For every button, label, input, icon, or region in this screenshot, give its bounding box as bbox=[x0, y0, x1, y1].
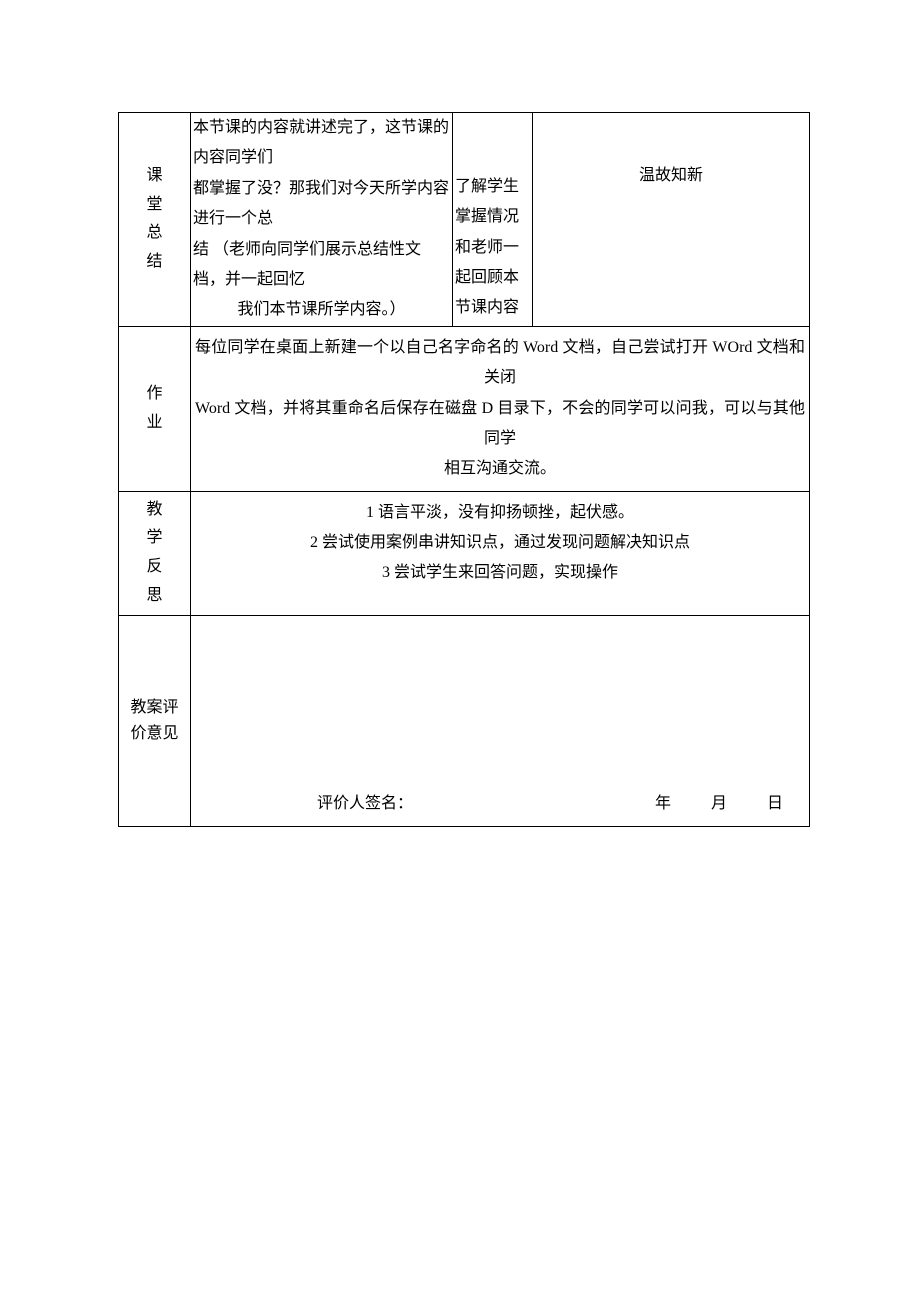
label-char: 业 bbox=[146, 409, 162, 438]
evaluation-signature-cell: 评价人签名： 年 月 日 bbox=[191, 785, 810, 826]
table-row: 教案评 价意见 bbox=[119, 615, 810, 785]
summary-student-text: 了解学生掌握情况和老师一起回顾本节课内容 bbox=[455, 172, 530, 324]
signature-date: 年 月 日 bbox=[637, 789, 801, 819]
homework-body-cell: 每位同学在桌面上新建一个以自己名字命名的 Word 文档，自己尝试打开 WOrd… bbox=[191, 326, 810, 491]
reflection-line: 3 尝试学生来回答问题，实现操作 bbox=[195, 558, 805, 588]
summary-student-cell: 了解学生掌握情况和老师一起回顾本节课内容 bbox=[453, 113, 533, 327]
homework-line: 每位同学在桌面上新建一个以自己名字命名的 Word 文档，自己尝试打开 WOrd… bbox=[195, 333, 805, 394]
page: 课 堂 总 结 本节课的内容就讲述完了，这节课的内容同学们 都掌握了没？那我们对… bbox=[0, 0, 920, 1301]
row-label-evaluation: 教案评 价意见 bbox=[119, 615, 191, 826]
summary-text-line: 我们本节课所学内容。） bbox=[193, 295, 450, 325]
date-month-label: 月 bbox=[711, 795, 727, 812]
row-label-homework: 作 业 bbox=[119, 326, 191, 491]
lesson-plan-table: 课 堂 总 结 本节课的内容就讲述完了，这节课的内容同学们 都掌握了没？那我们对… bbox=[118, 112, 810, 827]
table-row: 教 学 反 思 1 语言平淡，没有抑扬顿挫，起伏感。 2 尝试使用案例串讲知识点… bbox=[119, 491, 810, 615]
label-char: 总 bbox=[146, 219, 162, 248]
homework-line: 相互沟通交流。 bbox=[195, 454, 805, 484]
row-label-reflection: 教 学 反 思 bbox=[119, 491, 191, 615]
reflection-line: 1 语言平淡，没有抑扬顿挫，起伏感。 bbox=[195, 498, 805, 528]
date-year-label: 年 bbox=[655, 795, 671, 812]
table-row: 课 堂 总 结 本节课的内容就讲述完了，这节课的内容同学们 都掌握了没？那我们对… bbox=[119, 113, 810, 327]
label-char: 教 bbox=[146, 496, 162, 525]
row-label-summary: 课 堂 总 结 bbox=[119, 113, 191, 327]
date-day-label: 日 bbox=[767, 795, 783, 812]
reflection-line: 2 尝试使用案例串讲知识点，通过发现问题解决知识点 bbox=[195, 528, 805, 558]
label-char: 学 bbox=[146, 524, 162, 553]
summary-note-cell: 温故知新 bbox=[533, 113, 810, 327]
label-char: 思 bbox=[146, 582, 162, 611]
homework-line: Word 文档，并将其重命名后保存在磁盘 D 目录下，不会的同学可以问我，可以与… bbox=[195, 394, 805, 455]
reflection-body-cell: 1 语言平淡，没有抑扬顿挫，起伏感。 2 尝试使用案例串讲知识点，通过发现问题解… bbox=[191, 491, 810, 615]
label-vertical: 课 堂 总 结 bbox=[123, 162, 186, 277]
table-row: 作 业 每位同学在桌面上新建一个以自己名字命名的 Word 文档，自己尝试打开 … bbox=[119, 326, 810, 491]
evaluation-body-cell bbox=[191, 615, 810, 785]
summary-main-cell: 本节课的内容就讲述完了，这节课的内容同学们 都掌握了没？那我们对今天所学内容进行… bbox=[191, 113, 453, 327]
label-vertical: 作 业 bbox=[123, 380, 186, 438]
label-char: 结 bbox=[146, 248, 162, 277]
signature-label: 评价人签名： bbox=[317, 789, 413, 819]
summary-text-line: 本节课的内容就讲述完了，这节课的内容同学们 bbox=[193, 113, 450, 174]
label-line: 价意见 bbox=[130, 721, 178, 747]
label-char: 课 bbox=[146, 162, 162, 191]
summary-note-text: 温故知新 bbox=[639, 167, 703, 184]
label-vertical: 教 学 反 思 bbox=[123, 496, 186, 611]
table-row: 评价人签名： 年 月 日 bbox=[119, 785, 810, 826]
summary-text-line: 都掌握了没？那我们对今天所学内容进行一个总 bbox=[193, 174, 450, 235]
label-char: 作 bbox=[146, 380, 162, 409]
label-char: 堂 bbox=[146, 191, 162, 220]
label-vertical: 教案评 价意见 bbox=[123, 695, 186, 746]
label-line: 教案评 bbox=[130, 695, 178, 721]
signature-line: 评价人签名： 年 月 日 bbox=[195, 789, 805, 821]
summary-text-line: 结 （老师向同学们展示总结性文档，并一起回忆 bbox=[193, 235, 450, 296]
label-char: 反 bbox=[146, 553, 162, 582]
